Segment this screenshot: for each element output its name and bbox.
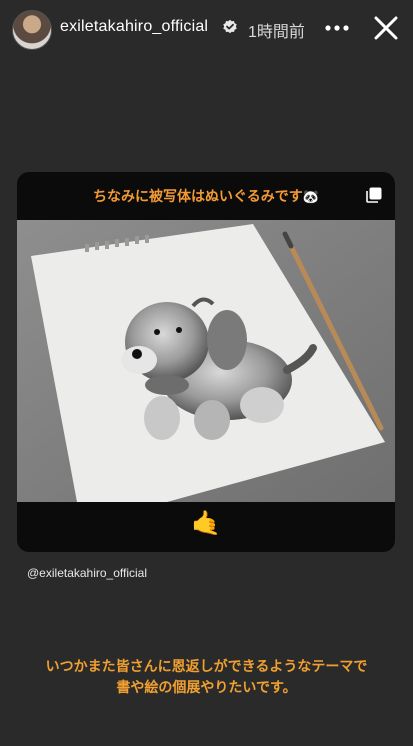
- story-caption-line-2: 書や絵の個展やりたいです。: [116, 679, 297, 695]
- reshared-post-card[interactable]: ちなみに被写体はぬいぐるみです🐼 🤙: [17, 172, 395, 552]
- post-time: 1時間前: [248, 24, 305, 41]
- card-caption: ちなみに被写体はぬいぐるみです🐼: [17, 172, 395, 220]
- close-icon[interactable]: [372, 14, 400, 42]
- mention-link[interactable]: @exiletakahiro_official: [27, 566, 147, 580]
- avatar[interactable]: [12, 10, 52, 50]
- copy-icon[interactable]: [365, 186, 383, 204]
- call-me-hand-emoji: 🤙: [191, 510, 221, 537]
- card-caption-text: ちなみに被写体はぬいぐるみです: [93, 188, 303, 204]
- story-caption: いつかまた皆さんに恩返しができるようなテーマで 書や絵の個展やりたいです。: [0, 656, 413, 698]
- more-options-icon[interactable]: [322, 18, 352, 38]
- dog-drawing-photo: [17, 220, 395, 502]
- story-caption-line-1: いつかまた皆さんに恩返しができるようなテーマで: [45, 658, 368, 674]
- username[interactable]: exiletakahiro_official: [60, 18, 208, 36]
- verified-badge-icon: [223, 19, 237, 34]
- panda-emoji: 🐼: [302, 189, 319, 204]
- story-header: exiletakahiro_official 1時間前: [0, 0, 413, 60]
